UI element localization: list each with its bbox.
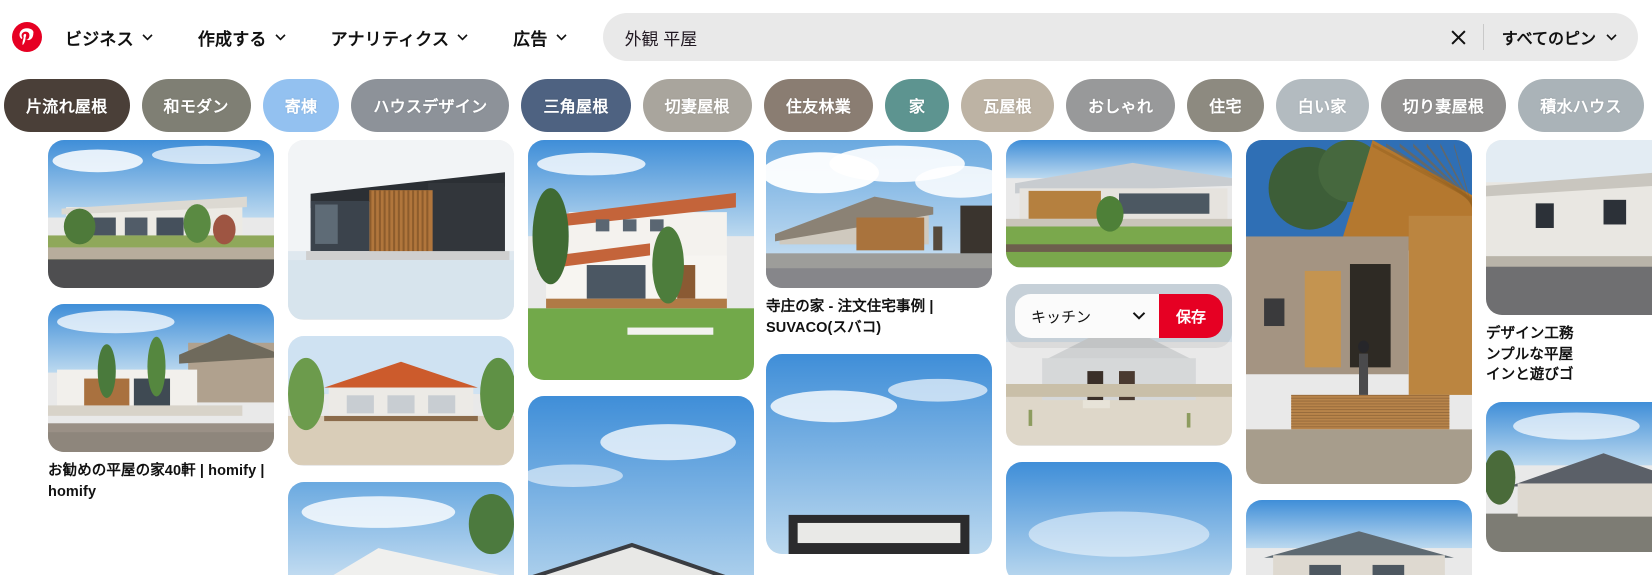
filter-chip-label: 寄棟 [284, 99, 318, 116]
pin-image[interactable] [1246, 140, 1472, 484]
nav-item-business[interactable]: ビジネス [52, 17, 167, 58]
pin-card[interactable] [1246, 500, 1472, 575]
filter-chip[interactable]: 住宅 [1187, 78, 1264, 132]
nav-item-analytics-label: アナリティクス [330, 29, 450, 49]
pin-title[interactable]: 寺庄の家 - 注文住宅事例 | SUVACO(スバコ) [766, 297, 992, 338]
pin-card[interactable]: キッチン 保存 [1006, 284, 1232, 446]
pinterest-app: ビジネス 作成する アナリティクス 広告 外観 平屋 すべてのピン 片流れ屋根 … [0, 0, 1652, 575]
filter-chip[interactable]: 家 [885, 78, 950, 132]
pin-image[interactable] [288, 140, 514, 320]
pin-image[interactable] [48, 140, 274, 288]
filter-chip-label: 切り妻屋根 [1402, 99, 1485, 116]
pin-image[interactable] [48, 304, 274, 452]
pin-card[interactable]: お勧めの平屋の家40軒 | homify | homify [48, 304, 274, 502]
pin-card[interactable]: 寺庄の家 - 注文住宅事例 | SUVACO(スバコ) [766, 140, 992, 338]
filter-chip[interactable]: 積水ハウス [1518, 78, 1644, 132]
search-input[interactable] [624, 13, 1441, 61]
filter-chip-label: 家 [908, 99, 926, 116]
pin-column [288, 140, 514, 575]
board-name-label: キッチン [1031, 308, 1092, 326]
nav-item-business-label: ビジネス [65, 29, 134, 49]
pin-image[interactable] [766, 140, 992, 288]
chevron-down-icon [141, 31, 154, 44]
pin-title[interactable]: デザイン工務 ンプルな平屋 インと遊びゴ [1486, 324, 1652, 386]
pinterest-logo-icon[interactable] [12, 22, 42, 52]
pin-card[interactable] [528, 140, 754, 380]
all-pins-filter-dropdown[interactable]: すべてのピン [1490, 16, 1634, 58]
filter-chip-label: 積水ハウス [1540, 99, 1622, 116]
chevron-down-icon [274, 31, 287, 44]
pin-column: キッチン 保存 [1006, 140, 1232, 575]
pin-image[interactable] [528, 396, 754, 575]
filter-chip[interactable]: 切妻屋根 [642, 78, 752, 132]
pin-card[interactable]: デザイン工務 ンプルな平屋 インと遊びゴ [1486, 140, 1652, 386]
pin-results-grid: お勧めの平屋の家40軒 | homify | homify 寺庄の家 - 注文住宅… [0, 140, 1652, 575]
pin-card[interactable] [1006, 462, 1232, 575]
pin-column: お勧めの平屋の家40軒 | homify | homify [48, 140, 274, 518]
pin-card[interactable] [766, 354, 992, 555]
chevron-down-icon [1131, 308, 1147, 324]
top-navigation-bar: ビジネス 作成する アナリティクス 広告 外観 平屋 すべてのピン [0, 0, 1652, 74]
pin-image[interactable] [1006, 462, 1232, 575]
filter-chip-label: 三角屋根 [543, 99, 609, 116]
chevron-down-icon [1605, 31, 1618, 44]
nav-item-create-label: 作成する [197, 29, 267, 49]
pin-image[interactable] [528, 140, 754, 380]
all-pins-label: すべてのピン [1501, 31, 1596, 48]
filter-chip[interactable]: 寄棟 [262, 78, 340, 132]
clear-search-button[interactable] [1441, 19, 1477, 55]
filter-chip-label: 住宅 [1209, 99, 1242, 116]
search-divider [1482, 24, 1484, 50]
pin-image[interactable] [1486, 140, 1652, 315]
filter-chip[interactable]: 白い家 [1275, 78, 1369, 132]
chevron-down-icon [555, 31, 568, 44]
chevron-down-icon [456, 31, 469, 44]
board-select-dropdown[interactable]: キッチン [1015, 294, 1159, 338]
filter-chip-label: 白い家 [1297, 99, 1347, 116]
pin-column [1246, 140, 1472, 575]
filter-chip[interactable]: 瓦屋根 [961, 78, 1054, 132]
pin-image[interactable] [1006, 140, 1232, 268]
search-bar[interactable]: すべてのピン [602, 13, 1638, 61]
search-filter-chip-bar: 片流れ屋根 和モダン 寄棟 ハウスデザイン 三角屋根 切妻屋根 住友林業 家 瓦屋根 おしゃれ 住宅… [0, 74, 1652, 136]
filter-chip[interactable]: 切り妻屋根 [1380, 78, 1507, 132]
filter-chip-label: 片流れ屋根 [26, 99, 108, 116]
nav-item-create[interactable]: 作成する [185, 17, 300, 58]
filter-chip-label: 切妻屋根 [664, 99, 730, 116]
pin-column: 寺庄の家 - 注文住宅事例 | SUVACO(スバコ) [766, 140, 992, 570]
filter-chip-label: 瓦屋根 [983, 99, 1032, 116]
pin-column: デザイン工務 ンプルな平屋 インと遊びゴ [1486, 140, 1652, 568]
filter-chip-label: 住友林業 [785, 99, 852, 116]
close-x-icon [1451, 29, 1466, 45]
pin-title[interactable]: お勧めの平屋の家40軒 | homify | homify [48, 461, 274, 502]
save-button[interactable]: 保存 [1158, 294, 1223, 338]
pin-card[interactable] [1486, 401, 1652, 552]
pin-image[interactable] [1486, 401, 1652, 552]
nav-item-analytics[interactable]: アナリティクス [318, 17, 483, 58]
filter-chip[interactable]: おしゃれ [1065, 78, 1176, 132]
pin-card[interactable] [1006, 140, 1232, 268]
filter-chip-label: 和モダン [163, 99, 229, 116]
pin-image[interactable] [1246, 500, 1472, 575]
pin-image[interactable] [288, 482, 514, 575]
pin-save-overlay: キッチン 保存 [1006, 284, 1232, 348]
nav-item-ads-label: 広告 [513, 29, 548, 49]
filter-chip-label: ハウスデザイン [373, 99, 488, 116]
pin-card[interactable] [288, 482, 514, 575]
pin-column [528, 140, 754, 575]
pin-image[interactable] [766, 354, 992, 555]
filter-chip[interactable]: 和モダン [141, 78, 251, 132]
filter-chip[interactable]: 住友林業 [763, 78, 874, 132]
nav-item-ads[interactable]: 広告 [500, 17, 580, 58]
filter-chip[interactable]: 片流れ屋根 [4, 78, 130, 132]
pin-card[interactable] [1246, 140, 1472, 484]
pin-image[interactable] [288, 336, 514, 466]
filter-chip[interactable]: ハウスデザイン [351, 78, 510, 132]
pin-card[interactable] [48, 140, 274, 288]
filter-chip-label: おしゃれ [1087, 99, 1154, 116]
pin-card[interactable] [288, 140, 514, 320]
pin-card[interactable] [288, 336, 514, 466]
pin-card[interactable] [528, 396, 754, 575]
filter-chip[interactable]: 三角屋根 [521, 78, 631, 132]
